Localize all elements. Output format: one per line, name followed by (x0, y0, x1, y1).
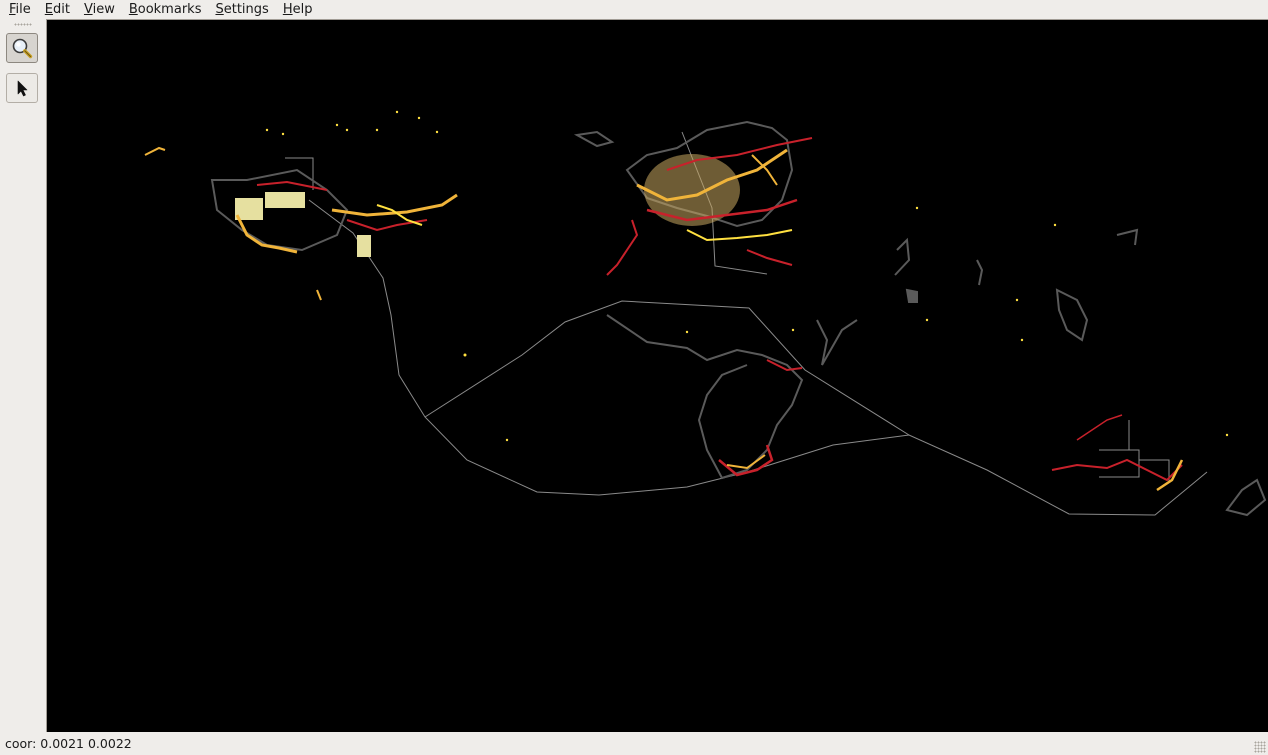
coordinate-readout: coor: 0.0021 0.0022 (5, 736, 132, 751)
north-america-region (144, 146, 458, 301)
menu-settings-mnemonic: S (215, 2, 224, 17)
status-bar: coor: 0.0021 0.0022 (0, 732, 1268, 755)
zoom-tool-button[interactable] (6, 33, 38, 63)
menu-settings[interactable]: Settings (210, 0, 273, 19)
boundary-lines (285, 131, 1208, 516)
scattered-features (265, 110, 1229, 442)
menu-help-mnemonic: H (282, 2, 293, 17)
resize-grip-handle[interactable] (1254, 741, 1266, 753)
menu-edit-label: dit (53, 2, 70, 17)
menu-view-label: iew (92, 2, 115, 17)
map-render (144, 110, 1267, 517)
menu-bar: File Edit View Bookmarks Settings Help (0, 0, 1268, 19)
menu-file[interactable]: File (4, 0, 36, 19)
tool-bar (0, 19, 46, 732)
menu-bookmarks-label: ookmarks (137, 2, 202, 17)
toolbar-grip-handle[interactable] (14, 23, 32, 26)
pointer-arrow-icon (17, 80, 28, 97)
australia-region (1051, 414, 1184, 492)
land-outlines (210, 120, 1267, 517)
menu-bookmarks[interactable]: Bookmarks (124, 0, 207, 19)
map-canvas[interactable] (46, 19, 1268, 732)
menu-help[interactable]: Help (278, 0, 318, 19)
menu-view[interactable]: View (79, 0, 120, 19)
menu-settings-label: ettings (223, 2, 269, 17)
magnifier-icon (12, 38, 33, 59)
menu-edit[interactable]: Edit (40, 0, 75, 19)
menu-bookmarks-mnemonic: B (128, 2, 138, 17)
menu-file-label: ile (15, 2, 31, 17)
menu-help-label: elp (292, 2, 313, 17)
menu-edit-mnemonic: E (44, 2, 53, 17)
select-tool-button[interactable] (6, 73, 38, 103)
menu-view-mnemonic: V (83, 2, 93, 17)
